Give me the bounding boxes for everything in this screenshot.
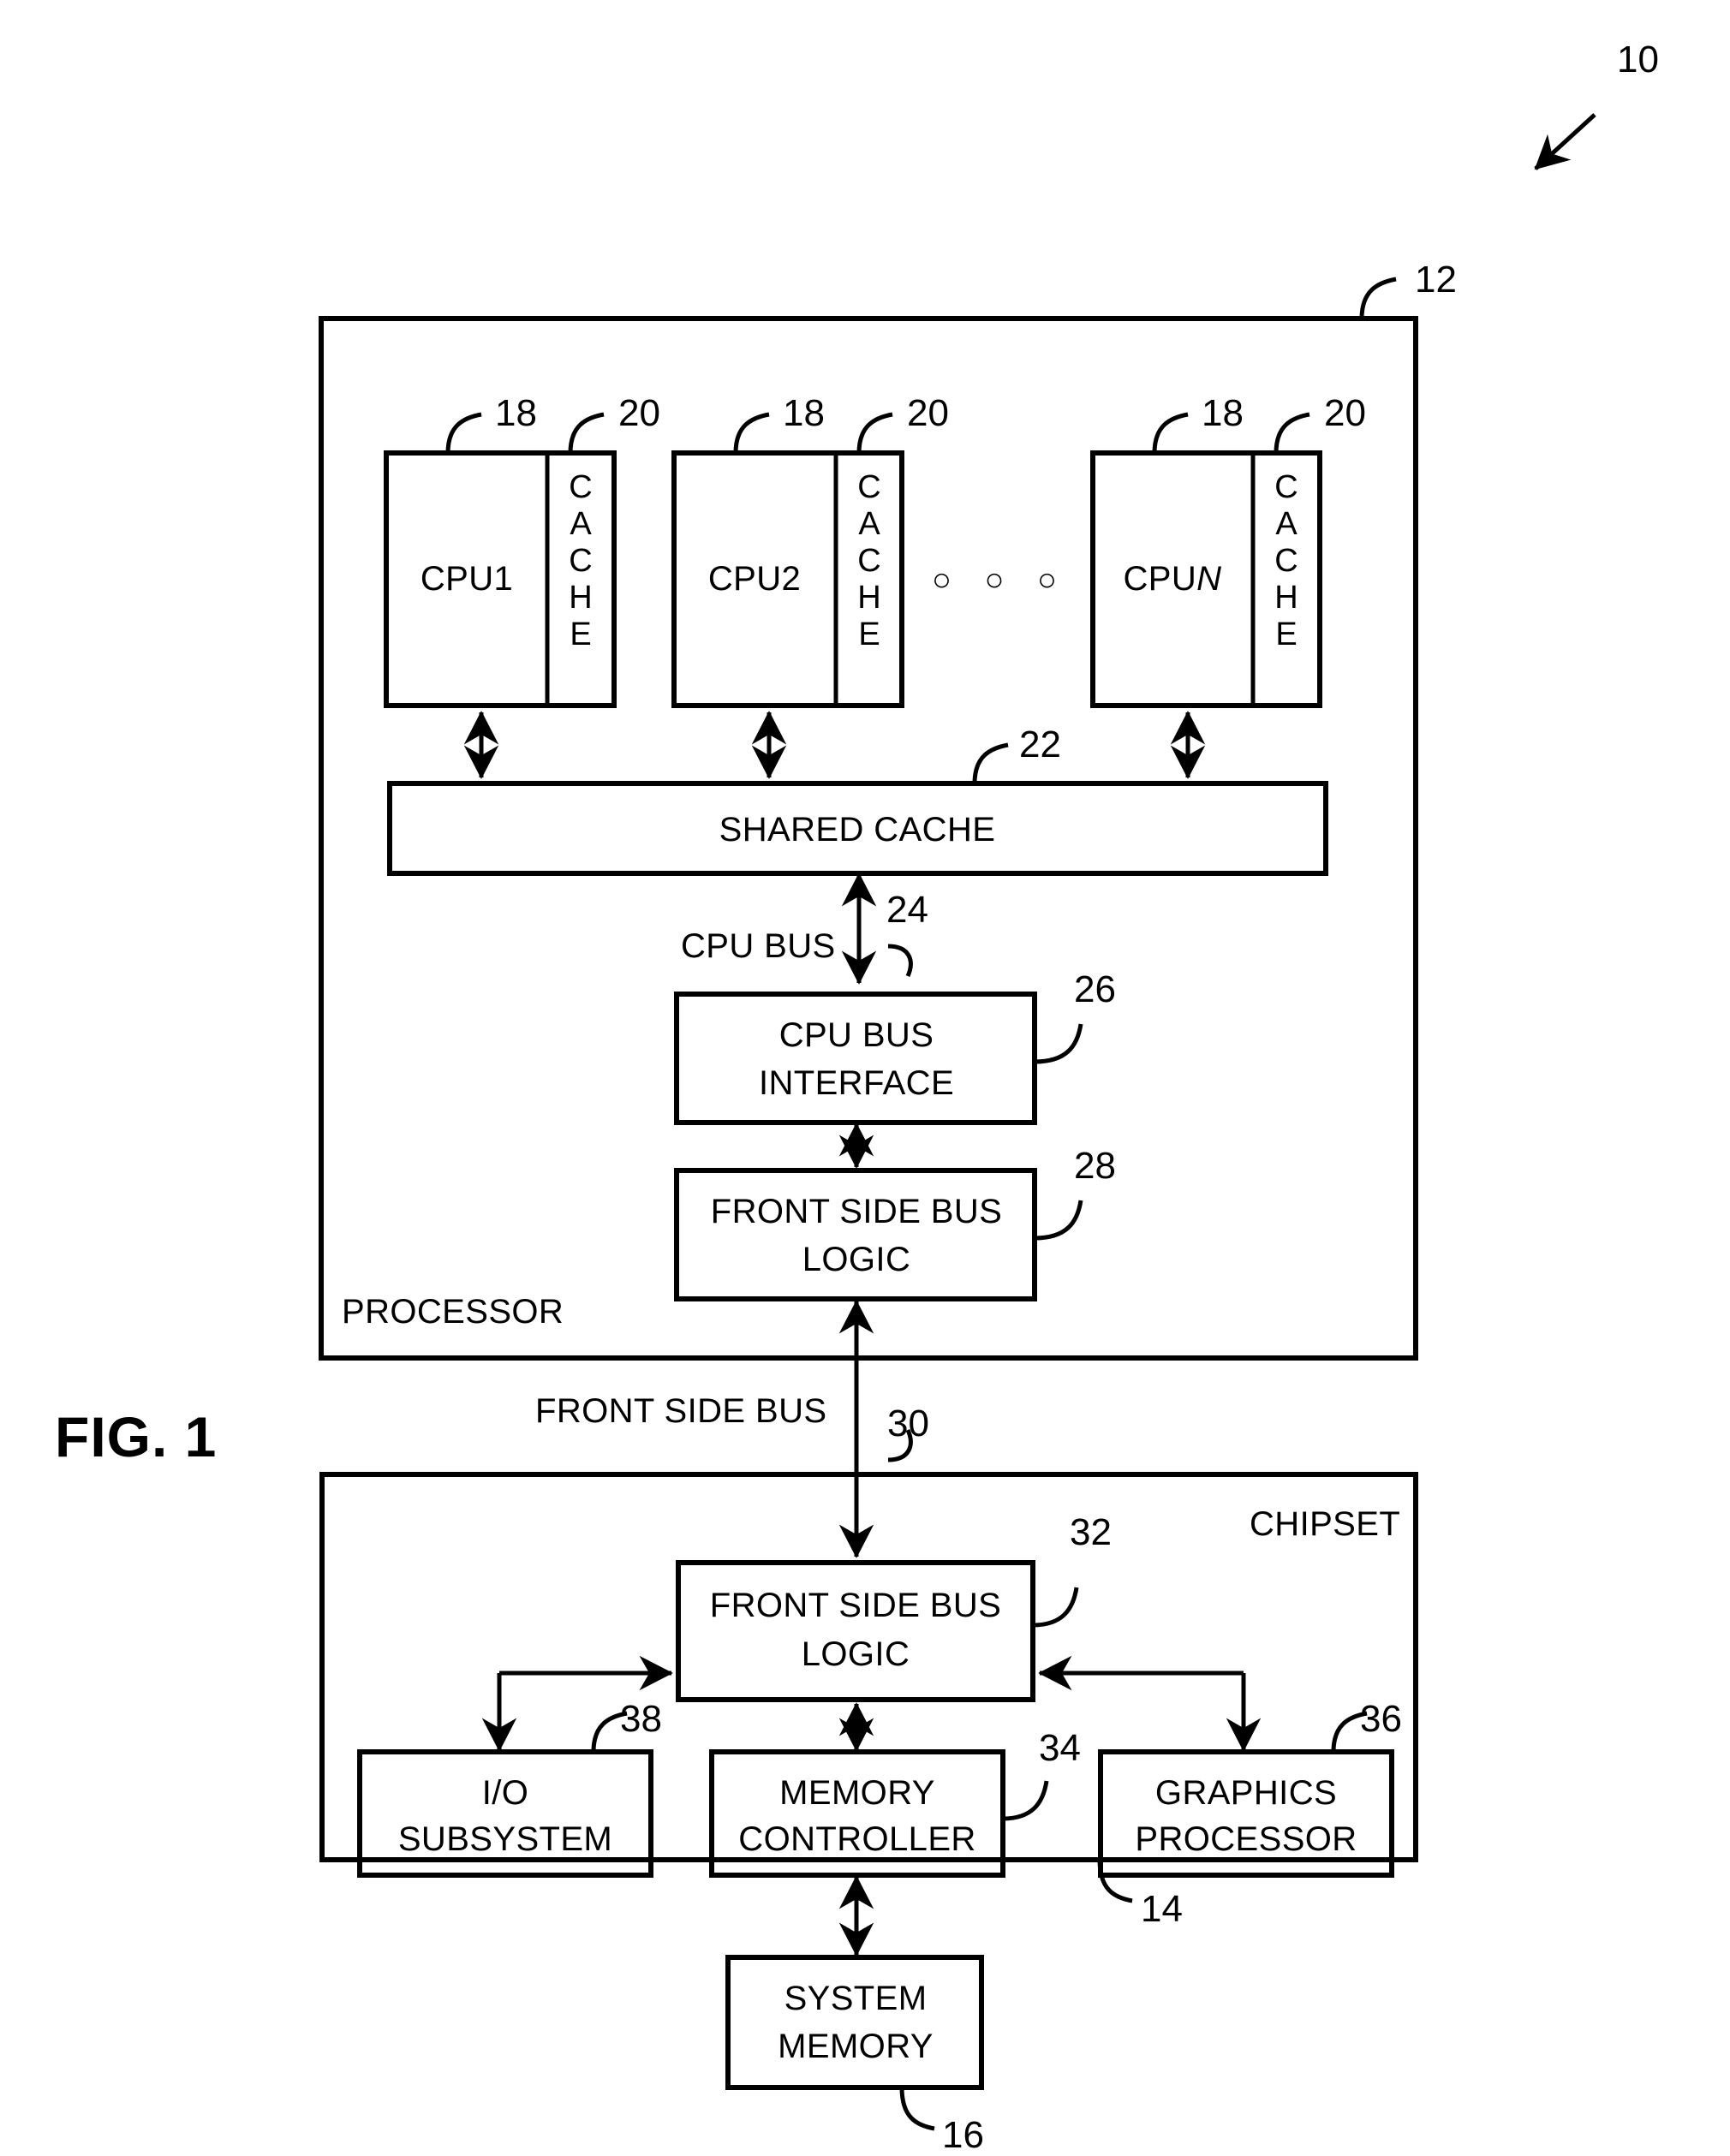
ref-number-18-cpun: 18 bbox=[1202, 392, 1244, 434]
cpu2-cache-label: CACHE bbox=[857, 469, 881, 652]
leader-20-a bbox=[568, 412, 605, 454]
system-memory-line2: MEMORY bbox=[778, 2028, 934, 2065]
leader-20-c bbox=[1274, 412, 1310, 454]
leader-20-b bbox=[856, 412, 893, 454]
ref-number-32: 32 bbox=[1070, 1511, 1112, 1553]
leader-28 bbox=[1034, 1200, 1083, 1241]
cpun-label-index: N bbox=[1196, 560, 1222, 598]
figure-label: FIG. 1 bbox=[55, 1405, 218, 1468]
memory-controller-line2: CONTROLLER bbox=[738, 1820, 976, 1858]
ref-number-16: 16 bbox=[942, 2114, 984, 2156]
ref-number-18-cpu1: 18 bbox=[495, 392, 537, 434]
leader-10 bbox=[1534, 113, 1596, 170]
ref-number-38: 38 bbox=[620, 1698, 662, 1740]
cpun-cache-label: CACHE bbox=[1274, 469, 1298, 652]
chipset-title: CHIPSET bbox=[1250, 1505, 1401, 1543]
cpu-ellipsis: ○ ○ ○ bbox=[932, 562, 1069, 599]
ref-number-20-cachen: 20 bbox=[1324, 392, 1366, 434]
ref-number-12: 12 bbox=[1415, 259, 1457, 301]
ref-number-14: 14 bbox=[1141, 1888, 1183, 1930]
leader-18-b bbox=[733, 412, 770, 454]
processor-fsb-logic-line2: LOGIC bbox=[802, 1241, 911, 1278]
ref-number-22: 22 bbox=[1019, 724, 1061, 765]
leader-12 bbox=[1359, 277, 1397, 319]
io-subsystem-line2: SUBSYSTEM bbox=[397, 1820, 613, 1858]
ref-number-28: 28 bbox=[1074, 1145, 1116, 1187]
ref-number-36: 36 bbox=[1360, 1698, 1402, 1740]
leader-26 bbox=[1034, 1023, 1083, 1064]
system-memory-line1: SYSTEM bbox=[784, 1980, 928, 2017]
cpu-bus-interface-box-shape bbox=[674, 992, 1037, 1125]
chipset-fsb-logic-line2: LOGIC bbox=[801, 1635, 910, 1673]
leader-34 bbox=[1002, 1780, 1049, 1821]
cpu1-label: CPU1 bbox=[420, 560, 514, 598]
leader-14 bbox=[1097, 1859, 1133, 1903]
ref-number-10: 10 bbox=[1617, 39, 1659, 80]
leader-16 bbox=[899, 2087, 935, 2131]
memory-controller-line1: MEMORY bbox=[779, 1774, 935, 1812]
processor-fsb-logic-box-shape bbox=[674, 1168, 1037, 1301]
ref-number-18-cpu2: 18 bbox=[783, 392, 825, 434]
cpu-bus-label: CPU BUS bbox=[681, 927, 836, 965]
front-side-bus-label: FRONT SIDE BUS bbox=[535, 1392, 827, 1430]
ref-number-24: 24 bbox=[886, 889, 928, 931]
leader-24 bbox=[887, 944, 913, 978]
processor-fsb-logic-line1: FRONT SIDE BUS bbox=[710, 1193, 1003, 1230]
leader-32 bbox=[1032, 1587, 1079, 1628]
patent-figure-canvas: 10 FIG. 1 12 PROCESSOR CPU1 CACHE 18 20 … bbox=[0, 0, 1730, 2156]
leader-18-c bbox=[1152, 412, 1189, 454]
ref-number-20-cache1: 20 bbox=[618, 392, 660, 434]
cpu-bus-interface-line2: INTERFACE bbox=[758, 1064, 955, 1102]
processor-title: PROCESSOR bbox=[342, 1293, 564, 1331]
cpu1-cache-label: CACHE bbox=[569, 469, 593, 652]
ref-number-26: 26 bbox=[1074, 968, 1116, 1010]
ref-number-34: 34 bbox=[1039, 1727, 1081, 1769]
cpu-bus-interface-line1: CPU BUS bbox=[778, 1016, 934, 1054]
ref-number-30: 30 bbox=[887, 1403, 929, 1444]
leader-18-a bbox=[445, 412, 482, 454]
cpun-label: CPUN bbox=[1124, 562, 1222, 596]
leader-22 bbox=[972, 742, 1009, 784]
chipset-fsb-logic-line1: FRONT SIDE BUS bbox=[709, 1587, 1002, 1624]
cpu2-label: CPU2 bbox=[707, 560, 802, 598]
io-subsystem-line1: I/O bbox=[481, 1774, 529, 1812]
graphics-processor-line2: PROCESSOR bbox=[1135, 1820, 1357, 1858]
system-memory-box-shape bbox=[725, 1955, 984, 2090]
cpun-label-prefix: CPU bbox=[1123, 560, 1197, 598]
chipset-fsb-logic-box-shape bbox=[676, 1560, 1035, 1702]
graphics-processor-line1: GRAPHICS bbox=[1154, 1774, 1338, 1812]
shared-cache-label: SHARED CACHE bbox=[719, 811, 996, 849]
ref-number-20-cache2: 20 bbox=[907, 392, 949, 434]
